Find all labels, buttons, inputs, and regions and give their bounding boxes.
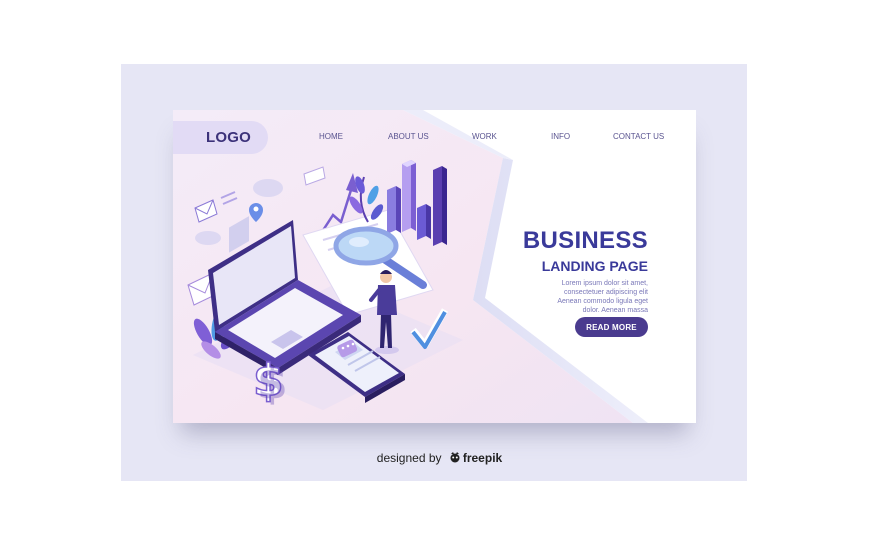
hero-body-line: consectetuer adipiscing elit (563, 289, 648, 296)
read-more-button[interactable]: READ MORE (575, 317, 648, 337)
freepik-logo-icon (450, 452, 460, 463)
credit-prefix: designed by (376, 451, 442, 465)
envelope-icon (303, 166, 326, 186)
credit-brand[interactable]: freepik (463, 451, 502, 465)
svg-text:$: $ (257, 358, 288, 409)
hero-subtitle: LANDING PAGE (541, 258, 648, 274)
designer-credit: designed by freepik (0, 451, 879, 465)
envelope-icon (194, 199, 218, 223)
hero-body-line: Lorem ipsum dolor sit amet, (561, 280, 648, 287)
dollar-icon: $ $ (252, 354, 288, 409)
location-pin-icon (249, 203, 263, 222)
hero-title: BUSINESS (522, 227, 648, 254)
hero-body-line: Aenean commodo ligula eget (557, 298, 648, 305)
hero-body-text: Lorem ipsum dolor sit amet, consectetuer… (557, 279, 648, 315)
landing-page-card: LOGO HOME ABOUT US WORK INFO CONTACT US (173, 110, 696, 423)
hero-body-line: dolor. Aenean massa (582, 307, 648, 314)
